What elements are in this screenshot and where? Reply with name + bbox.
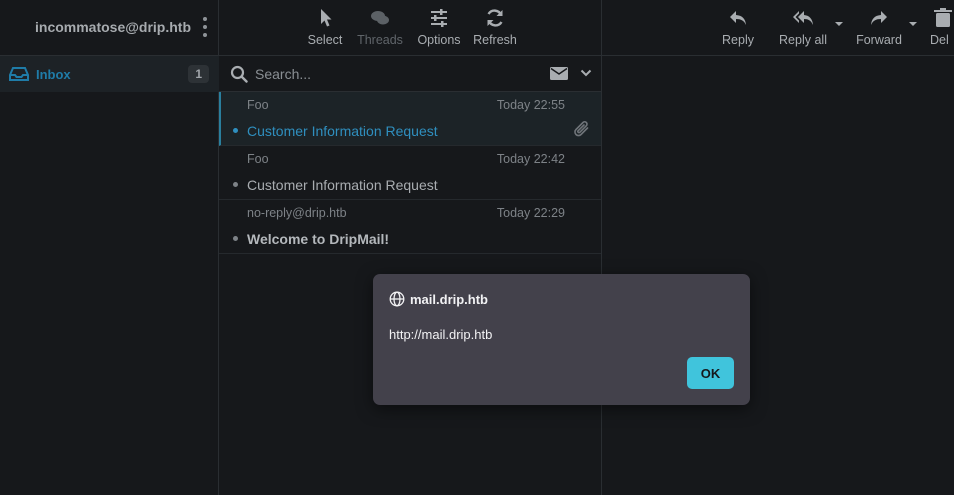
alert-dialog: mail.drip.htb http://mail.drip.htb OK bbox=[373, 274, 750, 405]
dialog-title: mail.drip.htb bbox=[410, 291, 488, 307]
sliders-icon bbox=[431, 9, 447, 27]
refresh-button[interactable]: Refresh bbox=[467, 0, 523, 56]
message-sender: Foo bbox=[247, 98, 269, 112]
message-list: Foo Today 22:55 Customer Information Req… bbox=[219, 92, 601, 254]
forward-icon bbox=[871, 11, 887, 25]
options-button[interactable]: Options bbox=[413, 0, 465, 56]
message-subject: Welcome to DripMail! bbox=[247, 231, 390, 247]
search-icon bbox=[230, 65, 248, 83]
folder-pane: incommatose@drip.htb Inbox 1 bbox=[0, 0, 219, 495]
forward-label: Forward bbox=[856, 33, 902, 47]
envelope-icon[interactable] bbox=[550, 67, 568, 80]
caret-down-icon bbox=[835, 22, 843, 26]
folder-label: Inbox bbox=[36, 66, 71, 82]
message-list-pane: Select Threads Options Refresh Search...… bbox=[219, 0, 602, 495]
forward-dropdown[interactable] bbox=[908, 0, 920, 56]
dialog-header: mail.drip.htb bbox=[389, 291, 488, 307]
account-menu-icon[interactable] bbox=[201, 17, 209, 37]
search-bar bbox=[219, 56, 601, 92]
paperclip-icon bbox=[574, 121, 589, 137]
reply-label: Reply bbox=[722, 33, 754, 47]
inbox-icon bbox=[9, 67, 29, 81]
folder-item-inbox[interactable]: Inbox 1 bbox=[0, 56, 219, 92]
select-label: Select bbox=[307, 33, 343, 47]
account-header: incommatose@drip.htb bbox=[0, 0, 218, 56]
reply-all-label: Reply all bbox=[779, 33, 827, 47]
threads-button[interactable]: Threads bbox=[351, 0, 409, 56]
unread-count-badge: 1 bbox=[188, 65, 209, 83]
message-row[interactable]: Foo Today 22:55 Customer Information Req… bbox=[219, 92, 601, 146]
select-button[interactable]: Select bbox=[303, 0, 347, 56]
reply-all-dropdown[interactable] bbox=[834, 0, 846, 56]
reply-all-icon bbox=[793, 11, 813, 25]
reply-button[interactable]: Reply bbox=[716, 0, 760, 56]
pointer-icon bbox=[321, 9, 332, 27]
message-sender: Foo bbox=[247, 152, 269, 166]
message-subject: Customer Information Request bbox=[247, 177, 438, 193]
reader-toolbar: Reply Reply all Forward Del bbox=[602, 0, 954, 56]
forward-button[interactable]: Forward bbox=[850, 0, 908, 56]
message-date: Today 22:42 bbox=[496, 152, 565, 166]
delete-label: Del bbox=[930, 33, 949, 47]
dialog-message: http://mail.drip.htb bbox=[389, 327, 493, 342]
chevron-down-icon[interactable] bbox=[580, 67, 592, 79]
message-sender: no-reply@drip.htb bbox=[247, 206, 347, 220]
message-row[interactable]: no-reply@drip.htb Today 22:29 Welcome to… bbox=[219, 200, 601, 254]
delete-button[interactable]: Del bbox=[930, 0, 954, 56]
search-input[interactable] bbox=[255, 65, 525, 82]
list-toolbar: Select Threads Options Refresh bbox=[219, 0, 601, 56]
reply-all-button[interactable]: Reply all bbox=[772, 0, 834, 56]
reply-icon bbox=[730, 11, 746, 25]
message-date: Today 22:29 bbox=[496, 206, 565, 220]
message-subject: Customer Information Request bbox=[247, 123, 438, 139]
threads-label: Threads bbox=[357, 33, 403, 47]
message-date: Today 22:55 bbox=[496, 98, 565, 112]
refresh-label: Refresh bbox=[473, 33, 517, 47]
message-row[interactable]: Foo Today 22:42 Customer Information Req… bbox=[219, 146, 601, 200]
globe-icon bbox=[389, 291, 405, 307]
options-label: Options bbox=[417, 33, 461, 47]
reading-pane: Reply Reply all Forward Del bbox=[602, 0, 954, 495]
status-dot bbox=[233, 182, 238, 187]
status-dot bbox=[233, 128, 238, 133]
ok-button[interactable]: OK bbox=[687, 357, 734, 389]
account-email: incommatose@drip.htb bbox=[35, 19, 191, 35]
refresh-icon bbox=[487, 9, 503, 27]
trash-icon bbox=[934, 8, 952, 27]
chat-bubbles-icon bbox=[371, 11, 389, 25]
caret-down-icon bbox=[909, 22, 917, 26]
status-dot bbox=[233, 236, 238, 241]
